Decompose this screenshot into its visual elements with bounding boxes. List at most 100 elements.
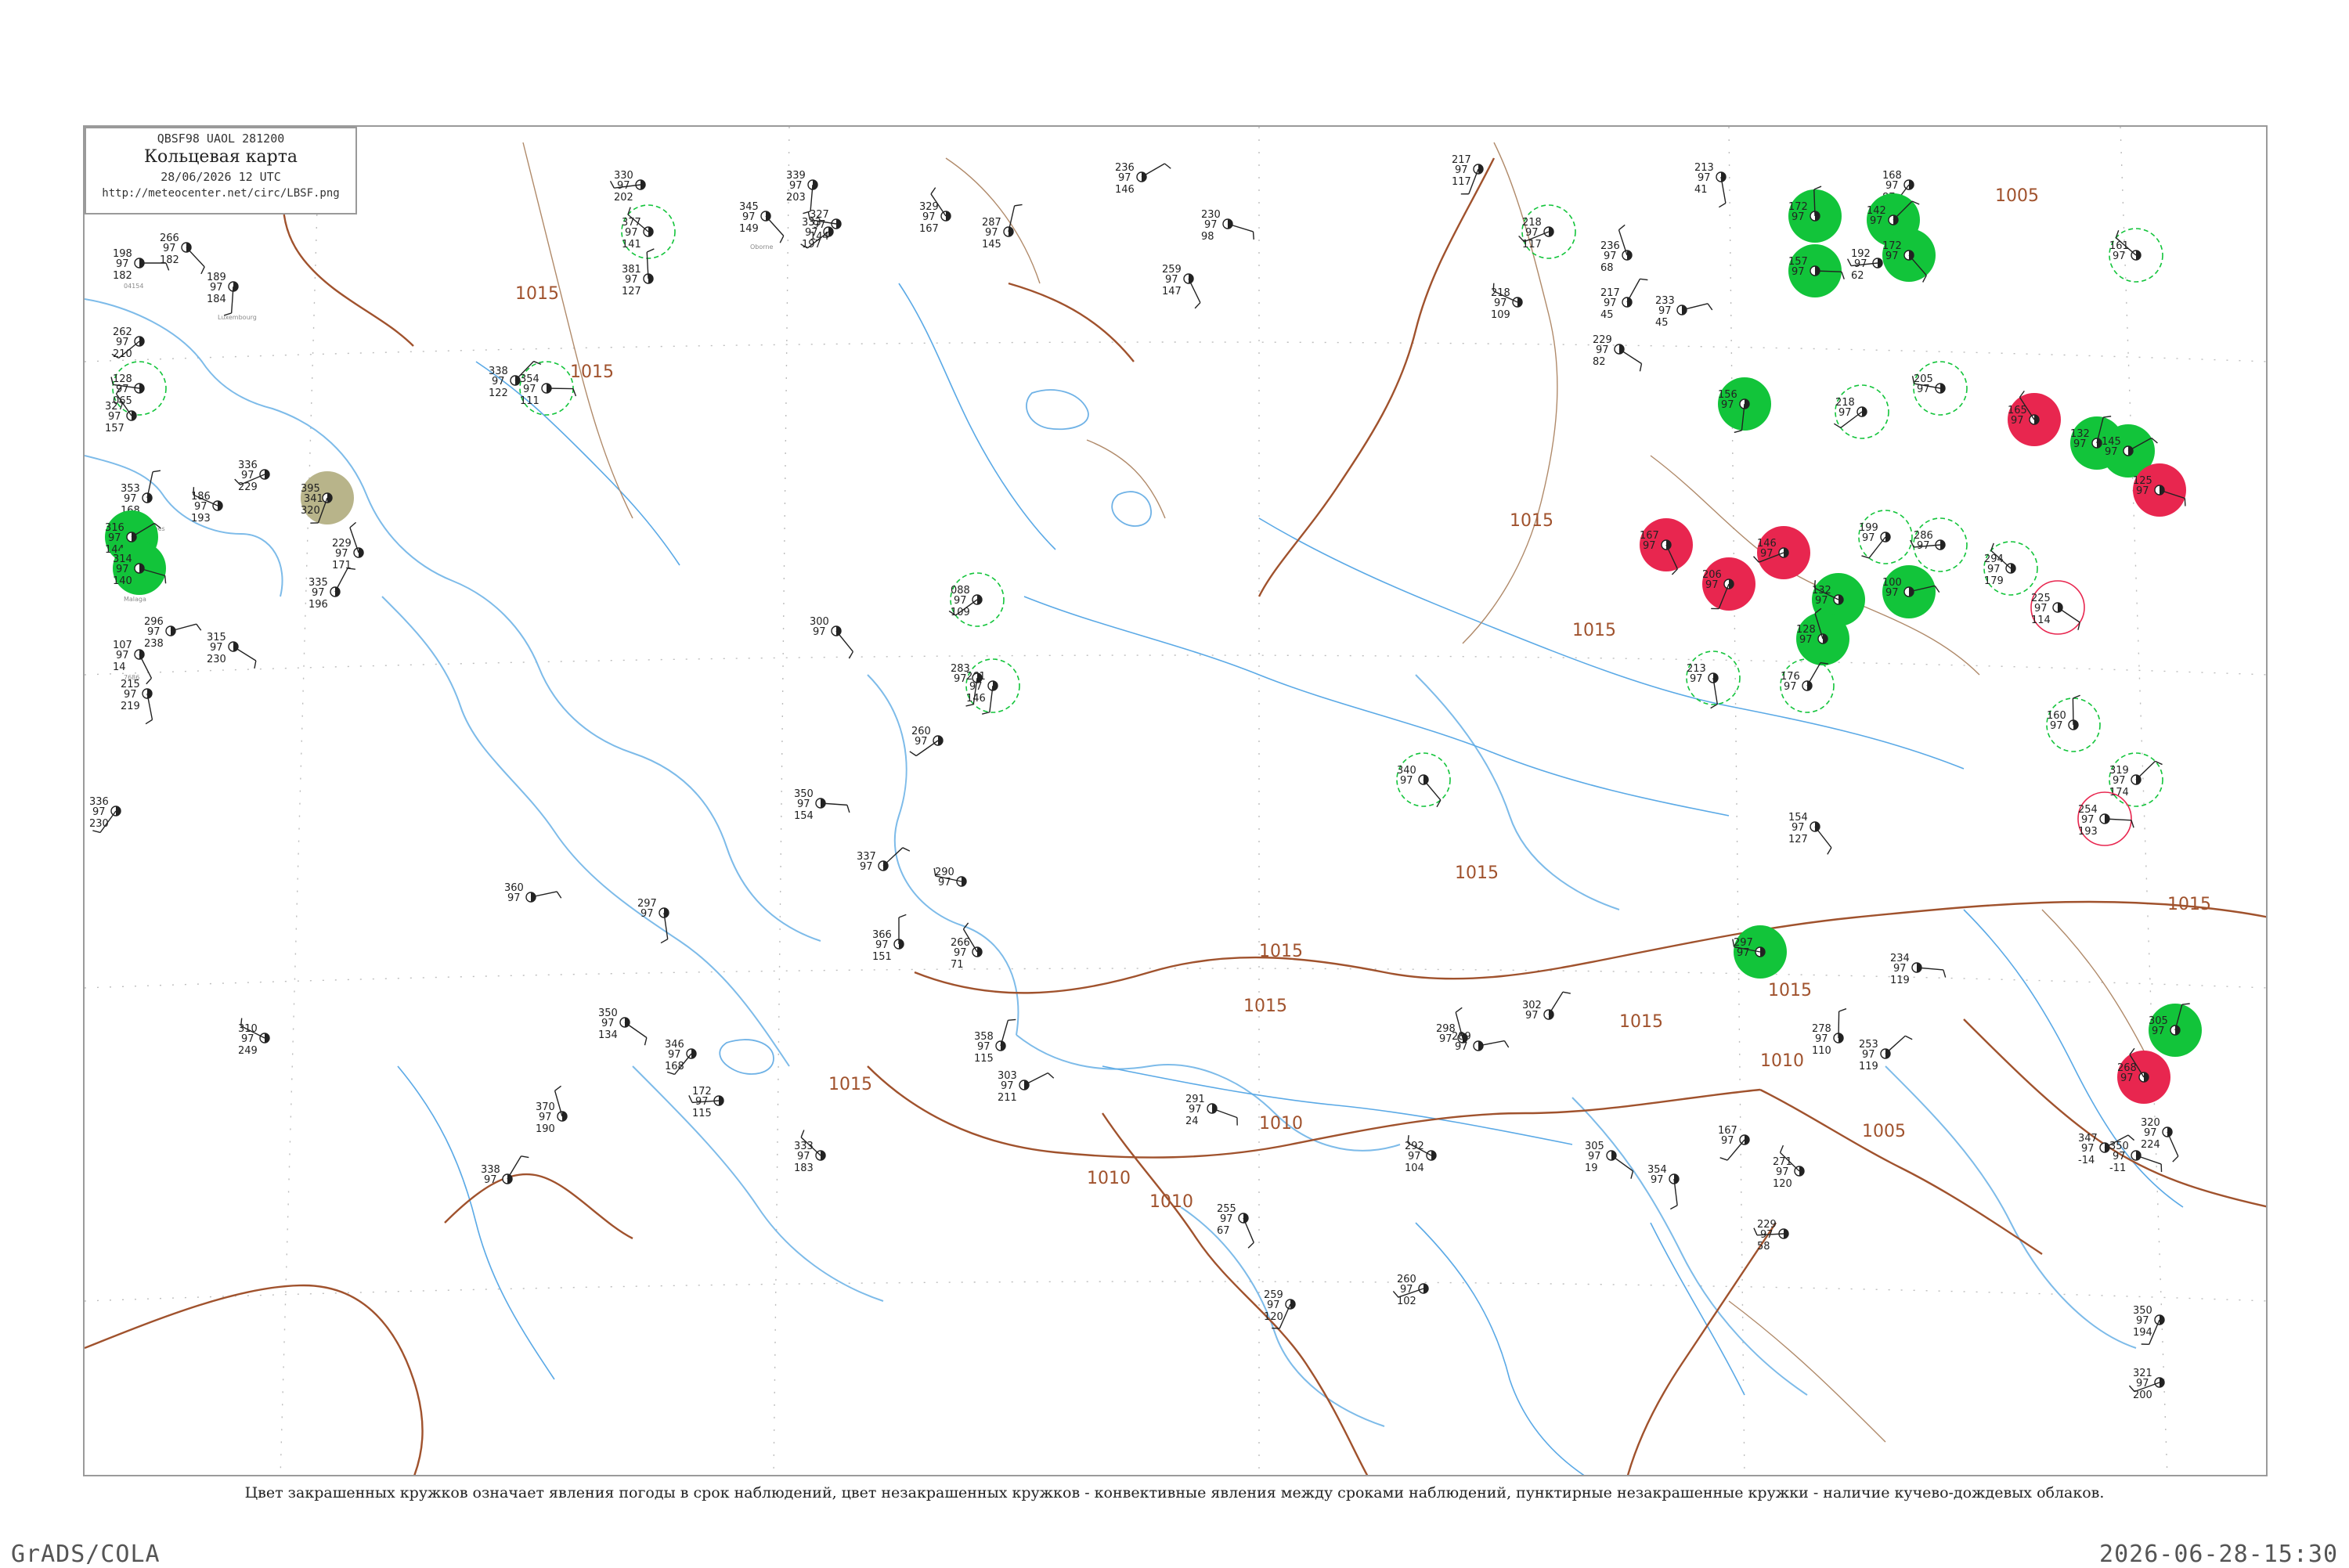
station-plot[interactable]: 31597230	[207, 632, 256, 669]
station-plot[interactable]: 26897	[2117, 1048, 2170, 1104]
station-plot[interactable]: 35497	[1647, 1164, 1679, 1209]
station-plot[interactable]: 27197120	[1773, 1145, 1804, 1190]
station-dewpoint: 229	[238, 481, 258, 493]
station-plot[interactable]: 29697238	[144, 616, 201, 650]
station-plot[interactable]: 17297	[1882, 229, 1936, 283]
station-plot[interactable]: 17697	[1781, 659, 1834, 712]
station-plot[interactable]: 33797	[857, 848, 910, 873]
station-plot[interactable]: 36697151	[872, 914, 906, 963]
station-plot[interactable]: 21597219	[121, 679, 152, 724]
station-plot[interactable]: 18697193	[191, 487, 222, 524]
station-plot[interactable]: 20597	[1913, 362, 1967, 415]
station-plot[interactable]: 31997174	[2109, 753, 2163, 806]
station-plot[interactable]: 33897	[481, 1156, 529, 1186]
station-dewpoint: 184	[207, 294, 226, 305]
station-plot[interactable]: 35097154	[794, 788, 850, 822]
station-pressure: 97	[2105, 446, 2118, 458]
station-plot[interactable]: 29297104	[1405, 1135, 1436, 1174]
station-plot[interactable]: 30597	[2149, 1004, 2202, 1057]
station-plot[interactable]: 33097202	[611, 170, 645, 204]
station-plot[interactable]: 17297115	[689, 1086, 723, 1119]
station-plot[interactable]: 12597	[2133, 463, 2186, 517]
station-plot[interactable]: 32797144	[808, 209, 841, 243]
station-plot[interactable]: 08897109	[949, 573, 1004, 626]
station-plot[interactable]: 2339745	[1655, 295, 1712, 329]
station-plot[interactable]: 37797141	[622, 205, 675, 258]
station-plot[interactable]: 18997184Luxembourg	[207, 272, 257, 321]
station-plot[interactable]: 14697	[1754, 526, 1810, 579]
station-plot[interactable]: 31097249	[238, 1018, 269, 1057]
map-url[interactable]: http://meteocenter.net/circ/LBSF.png	[86, 187, 355, 200]
station-plot[interactable]: 25997147	[1162, 264, 1200, 308]
station-plot[interactable]: 30297	[1522, 992, 1571, 1022]
station-plot[interactable]: 32097224	[2141, 1117, 2178, 1162]
station-plot[interactable]: 30397211	[998, 1070, 1054, 1104]
station-plot[interactable]: 23697146	[1115, 162, 1171, 196]
station-plot[interactable]: 35097194	[2133, 1305, 2164, 1344]
station-plot[interactable]: 34697168	[665, 1039, 696, 1074]
station-plot[interactable]: 2669771	[951, 923, 982, 971]
station-plot[interactable]: 2369768	[1600, 225, 1632, 274]
station-plot[interactable]: 33397183	[794, 1130, 825, 1174]
station-plot[interactable]: 28997	[1452, 1031, 1509, 1053]
station-plot[interactable]: 34597149Oborne	[739, 201, 784, 251]
station-plot[interactable]: 33697230	[89, 796, 121, 833]
station-plot[interactable]: 35097134	[598, 1007, 647, 1045]
station-plot[interactable]: 29097	[934, 867, 966, 889]
station-plot[interactable]: 16797	[1718, 1125, 1749, 1160]
station-plot[interactable]: 21897109	[1491, 283, 1522, 321]
station-plot[interactable]: 35897115	[974, 1019, 1016, 1065]
station-plot[interactable]: 22597114	[2031, 581, 2084, 634]
station-plot[interactable]: 35497111	[520, 362, 576, 415]
station-plot[interactable]: 21897	[1834, 385, 1889, 438]
station-plot[interactable]: 10097	[1882, 565, 1939, 618]
station-plot[interactable]: 27897110	[1812, 1009, 1846, 1057]
station-plot[interactable]: 15697	[1718, 377, 1771, 432]
station-plot[interactable]: 16597	[2008, 391, 2061, 446]
station-plot[interactable]: 25997120	[1264, 1289, 1295, 1328]
station-plot[interactable]: 15497127	[1788, 812, 1831, 854]
station-plot[interactable]: 26697182	[160, 232, 204, 274]
station-plot[interactable]: 26097102	[1393, 1274, 1428, 1307]
station-plot[interactable]: 20697	[1702, 557, 1755, 611]
station-plot[interactable]: 16197	[2109, 229, 2163, 282]
station-plot[interactable]: 30097	[810, 616, 853, 658]
station-plot[interactable]: 33997203	[786, 170, 817, 214]
station-plot[interactable]: 15797	[1788, 244, 1844, 297]
station-plot[interactable]: 26297210	[112, 326, 144, 360]
station-plot[interactable]: 19997	[1859, 510, 1912, 564]
station-plot[interactable]: 2139741	[1694, 162, 1726, 207]
station-plot[interactable]: 25497193	[2078, 792, 2134, 845]
station-plot[interactable]: 33697229	[235, 460, 269, 493]
station-plot[interactable]: 22997171	[332, 522, 363, 571]
station-plot[interactable]: 2309798	[1201, 209, 1254, 243]
station-pressure: 97	[1885, 251, 1899, 262]
station-plot[interactable]: 33597196	[309, 568, 355, 611]
wind-feather-icon	[153, 470, 161, 472]
station-plot[interactable]: 32197200	[2129, 1368, 2164, 1401]
station-plot[interactable]: 26097	[910, 726, 943, 756]
station-plot[interactable]: 26197146	[966, 659, 1019, 714]
station-plot[interactable]: 29797	[637, 898, 669, 943]
station-plot[interactable]: 29497179	[1984, 542, 2037, 595]
station-plot[interactable]: 34097	[1397, 753, 1450, 807]
station-plot[interactable]: 2179745	[1600, 279, 1647, 321]
station-plot[interactable]: 36097	[504, 882, 561, 904]
station-plot[interactable]: 32997167	[919, 188, 951, 235]
station-plot[interactable]: 16797	[1640, 518, 1693, 575]
station-plot[interactable]: 2299758	[1754, 1219, 1788, 1253]
station-plot[interactable]: 1929762	[1848, 248, 1882, 282]
station-plot[interactable]: 31497140Malaga	[113, 542, 166, 603]
station-pressure: 97	[492, 376, 505, 387]
station-plot[interactable]: 16097	[2047, 695, 2100, 752]
station-plot[interactable]: 2299782	[1593, 334, 1642, 371]
station-plot[interactable]: 2919724	[1185, 1094, 1237, 1127]
station-plot[interactable]: 37097190	[536, 1086, 567, 1135]
station-plot[interactable]: 17297	[1788, 186, 1842, 243]
station-plot[interactable]: 2559767	[1217, 1203, 1254, 1248]
station-plot[interactable]: 395341320	[301, 471, 354, 524]
station-plot[interactable]: 38197127	[622, 249, 654, 297]
station-plot[interactable]: 21897117	[1519, 205, 1575, 258]
station-plot[interactable]: 23497119	[1890, 953, 1946, 986]
station-plot[interactable]: 28697	[1911, 518, 1967, 571]
